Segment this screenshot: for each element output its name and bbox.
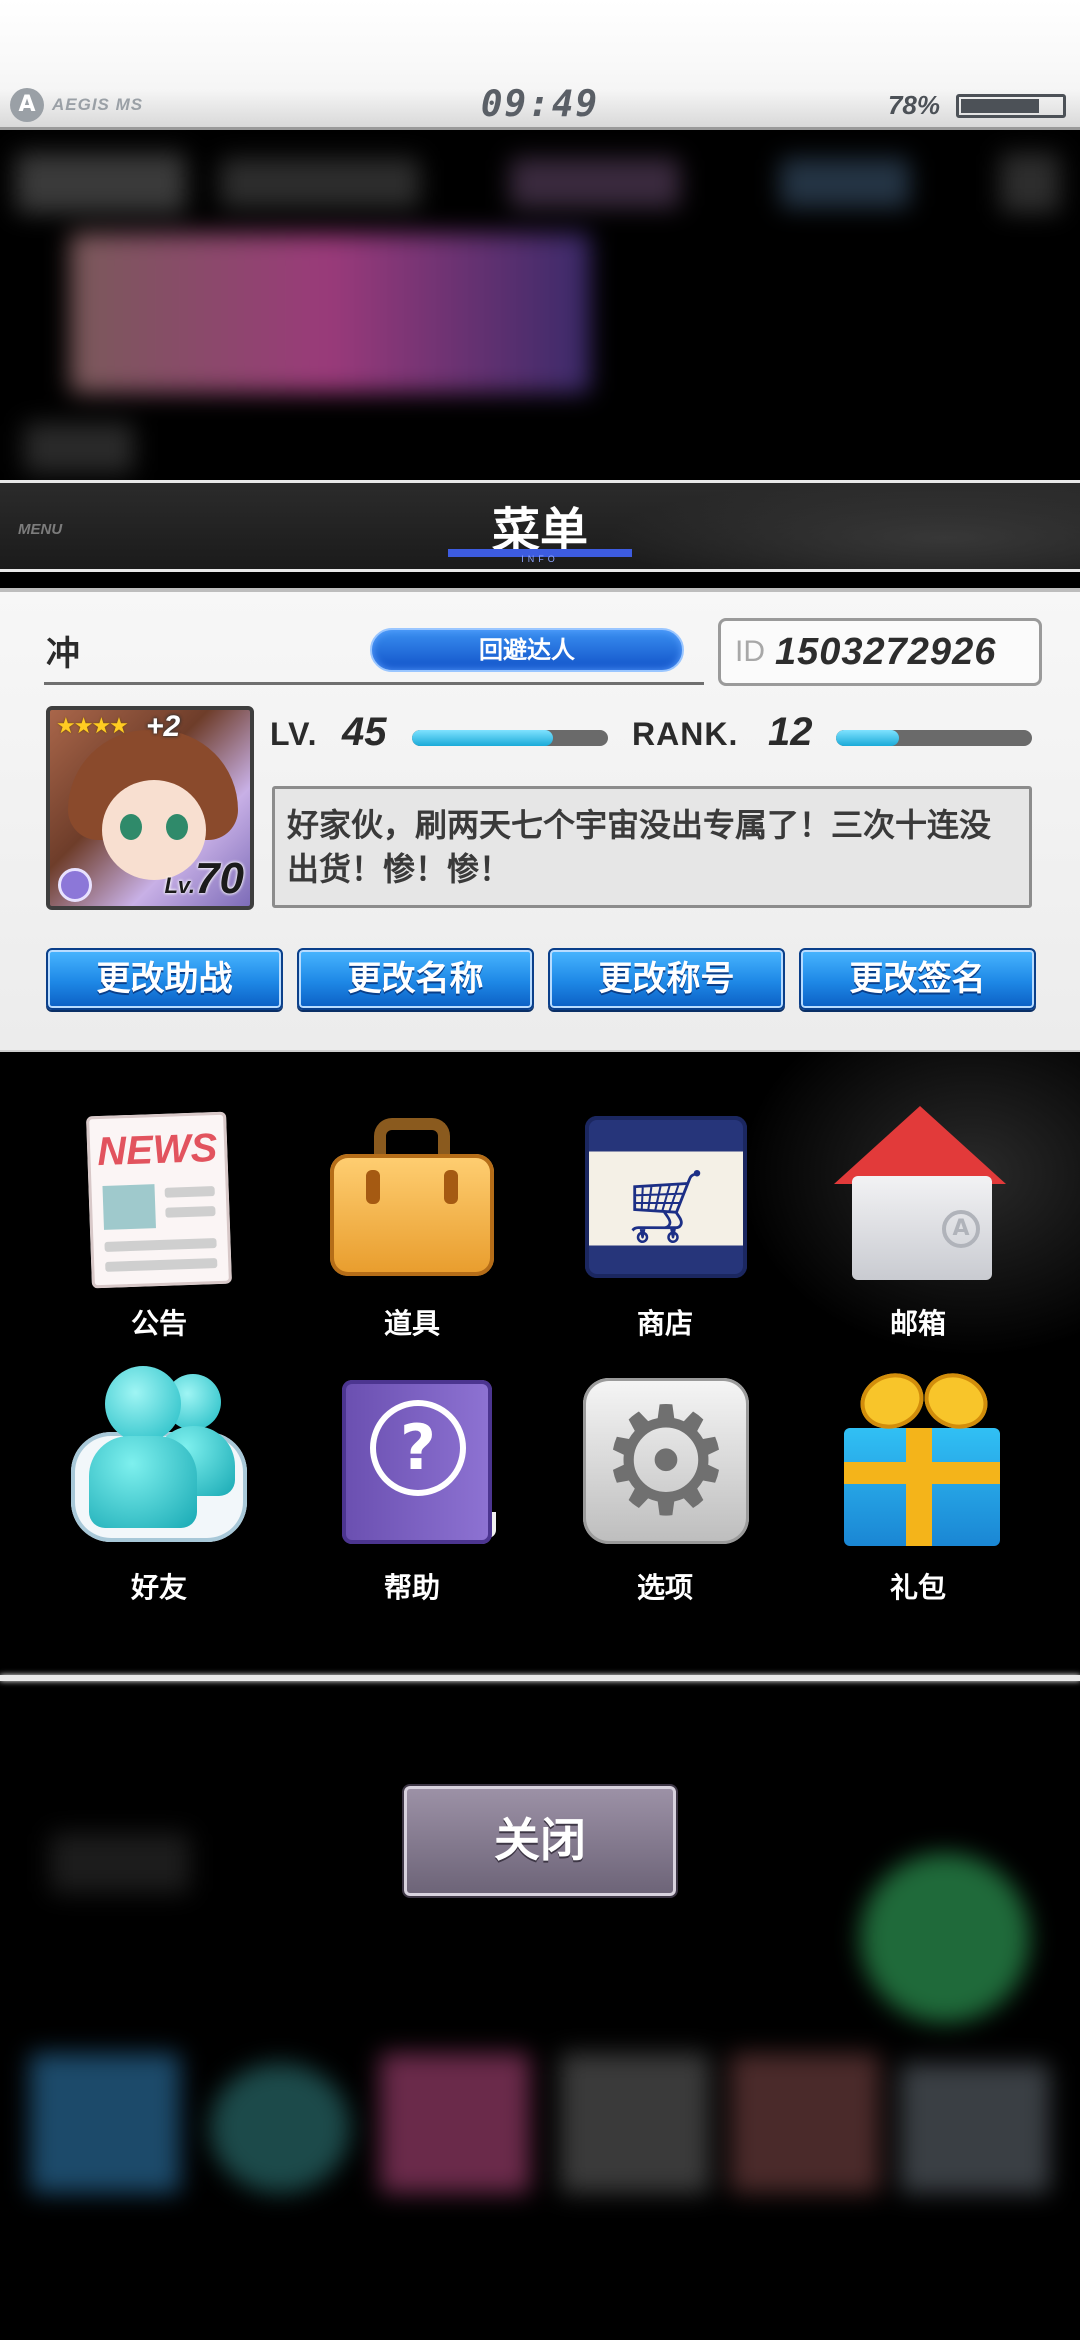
friends-icon — [69, 1366, 249, 1550]
menu-item-label: 道具 — [383, 1307, 440, 1340]
news-icon-text: NEWS — [96, 1125, 218, 1175]
battery-icon — [956, 93, 1066, 118]
menu-item-help[interactable]: ? 帮助 — [307, 1370, 517, 1620]
avatar-level-prefix: Lv. — [164, 873, 196, 898]
player-name: 冲 — [46, 634, 80, 674]
menu-subtitle: INFO — [521, 554, 559, 564]
status-bar: A AEGIS MS 09:49 78% — [0, 0, 1080, 130]
player-title-badge[interactable]: 回避达人 — [370, 628, 684, 672]
avatar-level-value: 70 — [195, 854, 244, 903]
id-label: ID — [735, 635, 765, 668]
menu-item-gift[interactable]: 礼包 — [813, 1364, 1023, 1620]
rank-value: 12 — [768, 710, 813, 754]
menu-header: MENU 菜单 INFO — [0, 480, 1080, 572]
avatar-eye — [166, 814, 188, 840]
level-label: LV. — [270, 716, 318, 752]
name-divider — [44, 682, 704, 685]
menu-item-label: 邮箱 — [889, 1307, 946, 1340]
avatar-eye — [120, 814, 142, 840]
menu-bottom-divider — [0, 1675, 1080, 1681]
level-progress-bar — [412, 730, 608, 746]
avatar-level: Lv.70 — [164, 854, 244, 904]
menu-item-label: 选项 — [636, 1571, 693, 1604]
player-id-box: ID 1503272926 — [718, 618, 1042, 686]
gift-icon — [828, 1364, 1008, 1550]
change-support-button[interactable]: 更改助战 — [46, 948, 283, 1010]
battery-percent: 78% — [887, 90, 940, 120]
menu-item-label: 商店 — [636, 1307, 693, 1340]
profile-panel: 冲 回避达人 ID 1503272926 ★★★★ +2 Lv.70 LV. 4… — [0, 588, 1080, 1052]
target-type-icon — [58, 868, 92, 902]
id-value: 1503272926 — [775, 630, 997, 673]
avatar-plus-level: +2 — [146, 710, 181, 743]
shopping-cart-icon: 🛒︎ — [575, 1106, 755, 1286]
rank-label: RANK. — [632, 716, 739, 752]
change-name-button[interactable]: 更改名称 — [297, 948, 534, 1010]
briefcase-icon — [322, 1106, 502, 1286]
menu-item-label: 帮助 — [383, 1571, 440, 1604]
news-icon: NEWS — [69, 1106, 249, 1289]
menu-item-options[interactable]: ⚙ 选项 — [560, 1370, 770, 1620]
help-book-icon: ? — [322, 1370, 502, 1550]
mailbox-icon: A — [828, 1106, 1008, 1286]
change-title-button[interactable]: 更改称号 — [548, 948, 785, 1010]
menu-item-items[interactable]: 道具 — [307, 1106, 517, 1356]
menu-item-label: 礼包 — [889, 1571, 946, 1604]
level-progress-fill — [412, 730, 554, 746]
battery: 78% — [888, 90, 1066, 121]
support-character-avatar[interactable]: ★★★★ +2 Lv.70 — [46, 706, 254, 910]
menu-item-announcements[interactable]: NEWS 公告 — [54, 1106, 264, 1356]
menu-item-mailbox[interactable]: A 邮箱 — [813, 1106, 1023, 1356]
menu-item-shop[interactable]: 🛒︎ 商店 — [560, 1106, 770, 1356]
change-signature-button[interactable]: 更改签名 — [799, 948, 1036, 1010]
battery-fill — [961, 98, 1039, 113]
signature-text: 好家伙，刷两天七个宇宙没出专属了！三次十连没出货！惨！惨！ — [272, 786, 1032, 908]
menu-item-label: 好友 — [130, 1571, 187, 1604]
level-value: 45 — [342, 710, 387, 754]
profile-actions: 更改助战 更改名称 更改称号 更改签名 — [46, 948, 1036, 1010]
menu-item-label: 公告 — [130, 1307, 187, 1340]
close-button[interactable]: 关闭 — [404, 1786, 676, 1896]
menu-grid: NEWS 公告 道具 🛒︎ 商店 A 邮箱 好友 ? 帮助 ⚙ 选项 礼包 — [0, 1052, 1080, 1677]
gear-icon: ⚙ — [575, 1370, 755, 1550]
rank-progress-bar — [836, 730, 1032, 746]
menu-item-friends[interactable]: 好友 — [54, 1366, 264, 1620]
rarity-stars-icon: ★★★★ — [56, 714, 129, 739]
rank-progress-fill — [836, 730, 899, 746]
